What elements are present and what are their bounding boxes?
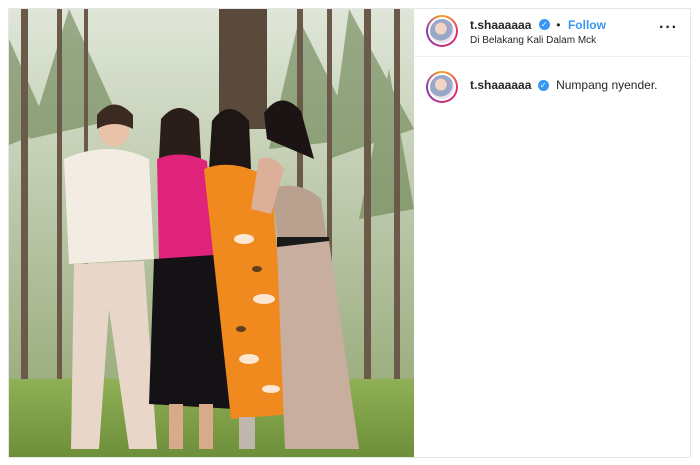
separator-dot: • — [556, 18, 561, 32]
comment-avatar[interactable] — [426, 71, 458, 103]
forest-group-photo — [9, 9, 414, 457]
post-sidebar: t.shaaaaaa ✓ • Follow Di Belakang Kali D… — [414, 9, 690, 457]
more-options-icon[interactable]: ··· — [659, 19, 678, 37]
post-frame: t.shaaaaaa ✓ • Follow Di Belakang Kali D… — [8, 8, 691, 458]
comment-verified-badge-icon: ✓ — [537, 80, 549, 92]
comment-username-link[interactable]: t.shaaaaaa — [470, 78, 531, 92]
follow-button[interactable]: Follow — [568, 18, 606, 32]
caption-comment: t.shaaaaaa ✓ Numpang nyender. — [414, 57, 690, 107]
post-photo[interactable] — [9, 9, 414, 457]
caption-text: Numpang nyender. — [556, 78, 658, 92]
comment-profile-picture — [430, 75, 454, 99]
profile-avatar[interactable] — [426, 15, 458, 47]
profile-picture — [430, 19, 454, 43]
location-link[interactable]: Di Belakang Kali Dalam Mck — [470, 35, 596, 46]
header-user-line: t.shaaaaaa ✓ • Follow — [470, 16, 606, 34]
post-header: t.shaaaaaa ✓ • Follow Di Belakang Kali D… — [414, 9, 690, 57]
verified-badge-icon: ✓ — [538, 19, 550, 31]
username-link[interactable]: t.shaaaaaa — [470, 18, 531, 32]
comment-text: t.shaaaaaa ✓ Numpang nyender. — [470, 78, 657, 92]
